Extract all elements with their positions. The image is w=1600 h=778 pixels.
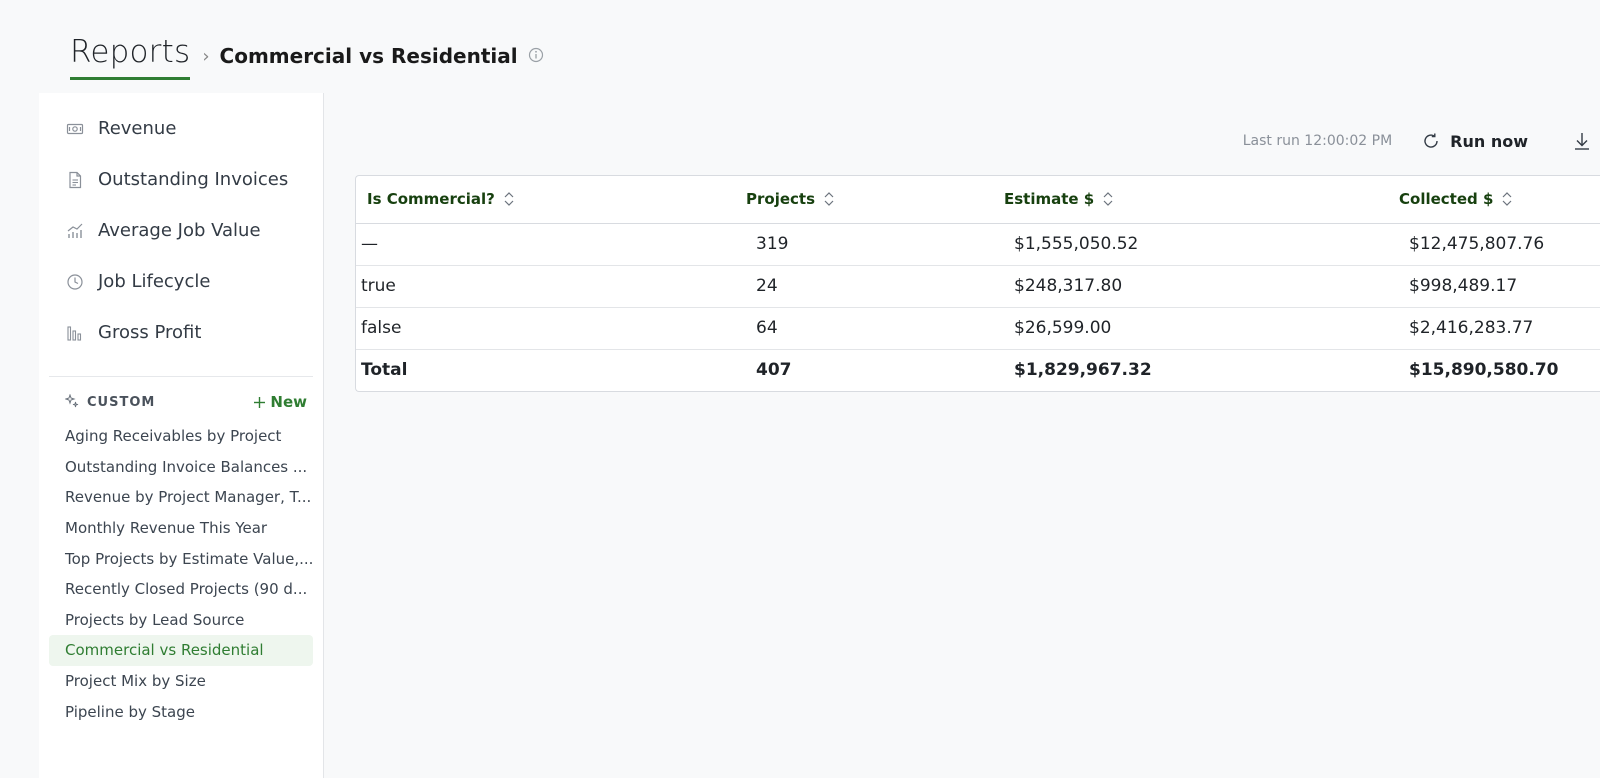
table-cell: — (356, 223, 746, 266)
table-cell: $998,489.17 (1399, 265, 1600, 308)
table-cell: 24 (746, 265, 1004, 308)
sidebar-item-outstanding-invoices[interactable]: Outstanding Invoices (39, 154, 323, 205)
page-title[interactable]: Reports (70, 33, 191, 80)
sidebar-item-revenue[interactable]: Revenue (39, 103, 323, 154)
money-icon (66, 120, 84, 138)
breadcrumb-current: Commercial vs Residential (219, 44, 518, 68)
custom-report-item[interactable]: Top Projects by Estimate Value,... (49, 543, 313, 574)
sidebar-item-label: Revenue (98, 118, 177, 139)
table-row: true 24 $248,317.80 $998,489.17 (356, 265, 1600, 308)
sidebar-item-label: Job Lifecycle (98, 271, 211, 292)
bar-chart-icon (66, 324, 84, 342)
sidebar-nav: Revenue Outstanding Invoices Average Job… (39, 93, 323, 358)
column-header-collected[interactable]: Collected $ (1399, 176, 1600, 224)
breadcrumb-separator: › (202, 45, 210, 67)
table-cell: 319 (746, 223, 1004, 266)
custom-report-item[interactable]: Recently Closed Projects (90 d... (49, 574, 313, 605)
sidebar-item-label: Gross Profit (98, 322, 202, 343)
column-header-label: Projects (746, 190, 816, 209)
last-run-text: Last run 12:00:02 PM (1242, 133, 1393, 149)
page-header: Reports › Commercial vs Residential (70, 30, 544, 80)
column-header-estimate[interactable]: Estimate $ (1004, 176, 1399, 224)
sidebar-item-gross-profit[interactable]: Gross Profit (39, 307, 323, 358)
sidebar-item-average-job-value[interactable]: Average Job Value (39, 205, 323, 256)
table-cell: $12,475,807.76 (1399, 223, 1600, 266)
run-now-label: Run now (1450, 131, 1528, 151)
custom-report-item[interactable]: Revenue by Project Manager, T... (49, 482, 313, 513)
plus-icon (254, 396, 266, 408)
new-report-button[interactable]: New (253, 393, 307, 411)
total-cell: $15,890,580.70 (1409, 360, 1559, 381)
custom-report-item[interactable]: Pipeline by Stage (49, 696, 313, 727)
document-icon (66, 171, 84, 189)
clock-icon (66, 273, 84, 291)
trend-chart-icon (66, 222, 84, 240)
sidebar: Revenue Outstanding Invoices Average Job… (39, 93, 324, 778)
sidebar-item-label: Average Job Value (98, 220, 261, 241)
custom-report-item[interactable]: Aging Receivables by Project (49, 421, 313, 452)
sidebar-item-job-lifecycle[interactable]: Job Lifecycle (39, 256, 323, 307)
table-cell: $2,416,283.77 (1399, 307, 1600, 350)
column-header-label: Estimate $ (1004, 190, 1095, 209)
report-table: Is Commercial? Projects Estimate $ Colle… (355, 175, 1600, 392)
new-report-label: New (270, 393, 307, 411)
custom-section-header: CUSTOM New (39, 391, 323, 413)
column-header-label: Is Commercial? (367, 190, 495, 209)
sidebar-divider (49, 376, 313, 377)
sort-icon (1103, 192, 1113, 207)
custom-report-item[interactable]: Project Mix by Size (49, 666, 313, 697)
table-row: — 319 $1,555,050.52 $12,475,807.76 (356, 223, 1600, 266)
custom-report-list: Aging Receivables by Project Outstanding… (39, 421, 323, 727)
sort-icon (1502, 192, 1512, 207)
custom-report-item[interactable]: Outstanding Invoice Balances ... (49, 452, 313, 483)
table-total-row: Total 407 $1,829,967.32 $15,890,580.70 (356, 349, 1600, 391)
sparkle-icon (64, 392, 79, 412)
column-header-label: Collected $ (1399, 190, 1494, 209)
sort-icon (504, 192, 514, 207)
refresh-icon (1424, 133, 1438, 148)
table-cell: 64 (746, 307, 1004, 350)
custom-report-item-active[interactable]: Commercial vs Residential (49, 635, 313, 666)
table-cell: $1,555,050.52 (1004, 223, 1399, 266)
custom-report-item[interactable]: Monthly Revenue This Year (49, 513, 313, 544)
download-icon[interactable] (1572, 131, 1592, 151)
sidebar-item-label: Outstanding Invoices (98, 169, 289, 190)
table-row: false 64 $26,599.00 $2,416,283.77 (356, 307, 1600, 350)
table-cell: false (356, 307, 746, 350)
table-cell: true (356, 265, 746, 308)
total-cell: $1,829,967.32 (1014, 360, 1152, 381)
sort-icon (824, 192, 834, 207)
total-cell: Total (361, 360, 408, 381)
custom-report-item[interactable]: Projects by Lead Source (49, 605, 313, 636)
column-header-projects[interactable]: Projects (746, 176, 1004, 224)
report-toolbar: Last run 12:00:02 PM Run now (340, 128, 1600, 154)
table-cell: $248,317.80 (1004, 265, 1399, 308)
column-header-is-commercial[interactable]: Is Commercial? (356, 176, 746, 224)
info-icon[interactable] (528, 47, 544, 63)
table-cell: $26,599.00 (1004, 307, 1399, 350)
custom-section-label: CUSTOM (87, 394, 156, 410)
table-header-row: Is Commercial? Projects Estimate $ Colle… (356, 176, 1600, 224)
total-cell: 407 (756, 360, 792, 381)
run-now-button[interactable]: Run now (1422, 132, 1528, 151)
